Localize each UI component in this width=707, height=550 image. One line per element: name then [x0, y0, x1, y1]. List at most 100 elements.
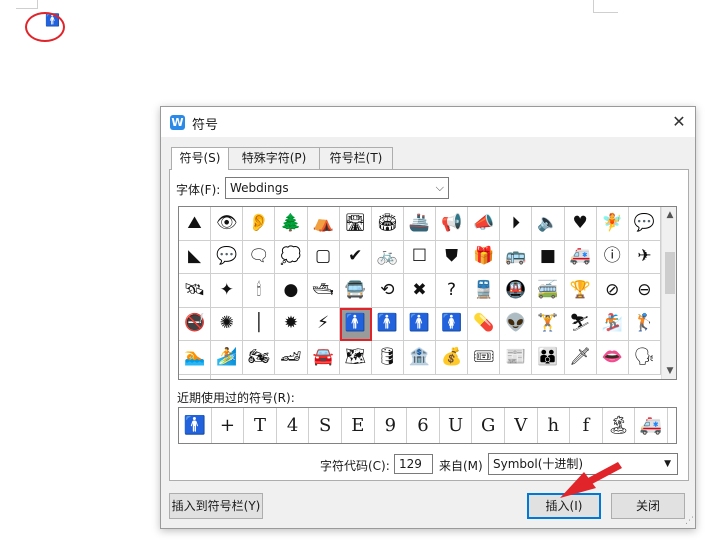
recent-symbol-cell[interactable]: G [472, 408, 505, 443]
scroll-thumb[interactable] [665, 252, 675, 294]
symbol-cell[interactable]: 👽 [500, 307, 533, 341]
symbol-cell[interactable]: 💬 [628, 207, 661, 241]
symbol-cell[interactable]: 🕯 [243, 274, 276, 308]
scroll-up-icon[interactable]: ▲ [662, 207, 676, 223]
symbol-cell[interactable]: ? [436, 274, 469, 308]
symbol-cell[interactable]: 🏌 [628, 307, 661, 341]
symbol-cell[interactable]: 🎟 [468, 341, 501, 375]
symbol-cell[interactable]: 🚘 [307, 341, 340, 375]
close-icon[interactable]: ✕ [669, 112, 689, 132]
symbol-cell[interactable]: 🚭 [179, 307, 212, 341]
symbol-cell[interactable]: ✈ [628, 240, 661, 274]
recent-symbol-cell[interactable]: S [309, 408, 342, 443]
symbol-cell[interactable]: 📰 [500, 341, 533, 375]
symbol-cell[interactable]: ◣ [179, 240, 212, 274]
symbol-cell[interactable]: 🛣 [339, 207, 372, 241]
recent-symbol-cell[interactable]: h [538, 408, 571, 443]
symbol-cell[interactable]: 🏦 [403, 341, 436, 375]
symbol-cell[interactable]: 📣 [468, 207, 501, 241]
symbol-cell[interactable]: 💰 [436, 341, 469, 375]
symbol-cell[interactable]: ⛷ [564, 307, 597, 341]
symbol-cell[interactable]: 🏟 [371, 207, 404, 241]
symbol-cell[interactable]: 🎁 [468, 240, 501, 274]
recent-symbol-cell[interactable]: 4 [277, 408, 310, 443]
symbol-cell[interactable]: 📢 [436, 207, 469, 241]
symbol-cell[interactable]: 🚹 [403, 307, 436, 341]
symbol-cell[interactable]: ■ [532, 240, 565, 274]
recent-symbol-cell[interactable]: 🚹 [179, 408, 212, 443]
recent-symbol-cell[interactable]: 6 [407, 408, 440, 443]
symbol-cell[interactable]: 👂 [243, 207, 276, 241]
symbol-cell[interactable]: 🗺 [339, 341, 372, 375]
symbol-cell[interactable]: 🚎 [532, 274, 565, 308]
symbol-cell[interactable]: ⛰ [179, 207, 212, 241]
symbol-cell[interactable]: ● [275, 274, 308, 308]
font-select[interactable]: Webdings ⌵ [225, 177, 449, 199]
recent-symbol-cell[interactable]: + [212, 408, 245, 443]
symbol-cell[interactable]: 🏄 [211, 341, 244, 375]
symbol-cell[interactable]: 🗡 [564, 341, 597, 375]
symbol-cell[interactable]: 🚢 [403, 207, 436, 241]
recent-symbol-cell[interactable]: 9 [375, 408, 408, 443]
symbol-cell[interactable]: 🏎 [275, 341, 308, 375]
symbol-cell[interactable]: ✖ [403, 274, 436, 308]
symbol-cell[interactable]: ⛊ [436, 240, 469, 274]
recent-symbol-cell[interactable]: 🚑 [635, 408, 668, 443]
recent-symbol-cell[interactable]: 🏝 [603, 408, 636, 443]
symbol-cell[interactable]: ⓘ [596, 240, 629, 274]
symbol-cell[interactable]: ⊖ [628, 274, 661, 308]
symbol-cell[interactable]: ☐ [403, 240, 436, 274]
symbol-cell[interactable]: 🚇 [500, 274, 533, 308]
recent-symbol-cell[interactable]: E [342, 408, 375, 443]
symbol-cell[interactable]: 🧚 [596, 207, 629, 241]
symbol-cell[interactable]: ✦ [211, 274, 244, 308]
scroll-down-icon[interactable]: ▼ [662, 363, 676, 379]
recent-symbol-cell[interactable]: f [570, 408, 603, 443]
char-code-input[interactable]: 129 [394, 454, 433, 474]
symbol-cell[interactable]: ✹ [275, 307, 308, 341]
symbol-cell[interactable]: │ [243, 307, 276, 341]
symbol-cell[interactable]: 🛢 [371, 341, 404, 375]
grid-scrollbar[interactable]: ▲ ▼ [661, 207, 676, 379]
symbol-cell[interactable]: 🛥 [307, 274, 340, 308]
symbol-cell[interactable]: 🔈 [532, 207, 565, 241]
symbol-cell[interactable]: 🗨 [243, 240, 276, 274]
symbol-cell[interactable]: ⏵ [500, 207, 533, 241]
symbol-cell[interactable]: ⚡ [307, 307, 340, 341]
symbol-cell[interactable]: 🌲 [275, 207, 308, 241]
symbol-cell[interactable]: 🚑 [564, 240, 597, 274]
symbol-cell[interactable]: 🚍 [339, 274, 372, 308]
symbol-cell[interactable]: 💭 [275, 240, 308, 274]
tab-symbols[interactable]: 符号(S) [171, 147, 229, 170]
symbol-cell[interactable]: ▢ [307, 240, 340, 274]
recent-symbol-cell[interactable]: V [505, 408, 538, 443]
tab-special-chars[interactable]: 特殊字符(P) [228, 147, 320, 169]
symbol-cell[interactable]: 🚺 [436, 307, 469, 341]
symbol-cell[interactable]: 👁 [211, 207, 244, 241]
symbol-cell[interactable]: 🚹 [371, 307, 404, 341]
symbol-cell[interactable]: ✔ [339, 240, 372, 274]
symbol-cell[interactable]: ⟲ [371, 274, 404, 308]
symbol-cell[interactable]: 🚲 [371, 240, 404, 274]
symbol-cell[interactable]: 💬 [211, 240, 244, 274]
symbol-cell[interactable]: 🏍 [243, 341, 276, 375]
add-to-symbol-bar-button[interactable]: 插入到符号栏(Y) [169, 493, 263, 519]
symbol-cell[interactable]: ♥ [564, 207, 597, 241]
symbol-cell[interactable]: 🏂 [596, 307, 629, 341]
symbol-cell[interactable]: 👪 [532, 341, 565, 375]
symbol-cell[interactable]: 👄 [596, 341, 629, 375]
symbol-cell-selected[interactable]: 🚹 [339, 307, 372, 341]
recent-symbol-cell[interactable]: T [244, 408, 277, 443]
symbol-cell[interactable]: 🏆 [564, 274, 597, 308]
tab-symbol-bar[interactable]: 符号栏(T) [319, 147, 393, 169]
symbol-cell[interactable]: 🏊 [179, 341, 212, 375]
symbol-cell[interactable]: 💊 [468, 307, 501, 341]
symbol-cell[interactable]: ⊘ [596, 274, 629, 308]
symbol-cell[interactable]: ✯ [179, 374, 212, 379]
symbol-cell[interactable]: ✺ [211, 307, 244, 341]
dialog-titlebar[interactable]: W 符号 ✕ [161, 107, 695, 137]
symbol-cell[interactable]: 🚆 [468, 274, 501, 308]
symbol-cell[interactable]: 🛰 [179, 274, 212, 308]
symbol-cell[interactable]: 🚌 [500, 240, 533, 274]
recent-symbol-cell[interactable]: U [440, 408, 473, 443]
